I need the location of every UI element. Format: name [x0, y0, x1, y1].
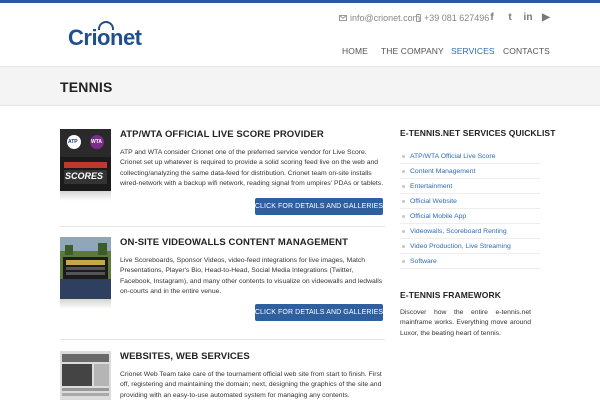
- service-description: ATP and WTA consider Crionet one of the …: [120, 149, 384, 188]
- email-text: info@crionet.com: [350, 13, 421, 23]
- quicklist-item-videowalls[interactable]: Videowalls, Scoreboard Renting: [400, 224, 540, 239]
- nav-item-services[interactable]: SERVICES: [451, 46, 495, 56]
- service-live-score: ATP WTA SCORES ATP/WTA OFFICIAL LIVE SCO…: [60, 129, 385, 219]
- details-galleries-button[interactable]: CLICK FOR DETAILS AND GALLERIES: [255, 304, 383, 321]
- thumbnail-reflection: [60, 299, 111, 309]
- service-title: WEBSITES, WEB SERVICES: [120, 351, 250, 362]
- contact-email[interactable]: info@crionet.com: [339, 13, 420, 23]
- service-divider: [60, 339, 385, 340]
- quicklist-item-entertainment[interactable]: Entertainment: [400, 179, 540, 194]
- main-nav: HOME THE COMPANY SERVICES CONTACTS: [0, 46, 600, 58]
- thumbnail-reflection: [60, 191, 111, 201]
- page-title: TENNIS: [60, 79, 113, 95]
- quicklist-item-live-score[interactable]: ATP/WTA Official Live Score: [400, 149, 540, 164]
- site-header: Crionet info@crionet.com +39 081 627496 …: [0, 3, 600, 66]
- contact-phone: +39 081 627496: [416, 13, 489, 23]
- quicklist-heading: E-TENNIS.NET SERVICES QUICKLIST: [400, 128, 556, 138]
- social-links: f t in ▶: [486, 11, 552, 23]
- sidebar: E-TENNIS.NET SERVICES QUICKLIST ATP/WTA …: [400, 128, 556, 337]
- thumb-atp-label: ATP: [68, 139, 78, 145]
- quicklist-item-video-production[interactable]: Video Production, Live Streaming: [400, 239, 540, 254]
- website-thumbnail-icon: [60, 351, 111, 400]
- quicklist-item-official-website[interactable]: Official Website: [400, 194, 540, 209]
- page-title-band: TENNIS: [0, 66, 600, 106]
- thumb-scores-label: SCORES: [65, 171, 104, 181]
- thumb-wta-label: WTA: [91, 139, 103, 145]
- framework-heading: E-TENNIS FRAMEWORK: [400, 290, 501, 300]
- nav-item-contacts[interactable]: CONTACTS: [503, 46, 550, 56]
- twitter-icon[interactable]: t: [504, 11, 516, 23]
- service-description: Live Scoreboards, Sponsor Videos, video-…: [120, 257, 383, 296]
- phone-text: +39 081 627496: [424, 13, 490, 23]
- service-title: ON-SITE VIDEOWALLS CONTENT MANAGEMENT: [120, 237, 349, 248]
- service-description: Crionet Web Team take care of the tourna…: [120, 371, 382, 399]
- videowall-thumbnail-icon: [60, 237, 111, 299]
- service-title: ATP/WTA OFFICIAL LIVE SCORE PROVIDER: [120, 129, 324, 140]
- quicklist-item-software[interactable]: Software: [400, 254, 540, 269]
- youtube-icon[interactable]: ▶: [540, 11, 552, 23]
- quicklist-item-mobile-app[interactable]: Official Mobile App: [400, 209, 540, 224]
- facebook-icon[interactable]: f: [486, 11, 498, 23]
- service-divider: [60, 226, 385, 227]
- phone-icon: [416, 14, 421, 22]
- service-videowalls: ON-SITE VIDEOWALLS CONTENT MANAGEMENT Li…: [60, 237, 385, 327]
- quicklist-item-content-management[interactable]: Content Management: [400, 164, 540, 179]
- nav-item-the-company[interactable]: THE COMPANY: [381, 46, 444, 56]
- envelope-icon: [339, 15, 347, 21]
- nav-item-home[interactable]: HOME: [342, 46, 368, 56]
- service-websites: WEBSITES, WEB SERVICES Crionet Web Team …: [60, 351, 385, 400]
- service-thumbnail[interactable]: ATP WTA SCORES: [60, 129, 111, 191]
- quicklist: ATP/WTA Official Live Score Content Mana…: [400, 149, 540, 269]
- framework-text: Discover how the entire e-tennis.net mai…: [400, 309, 531, 337]
- details-galleries-button[interactable]: CLICK FOR DETAILS AND GALLERIES: [255, 198, 383, 215]
- service-thumbnail[interactable]: [60, 237, 111, 299]
- linkedin-icon[interactable]: in: [522, 11, 534, 23]
- service-thumbnail[interactable]: [60, 351, 111, 400]
